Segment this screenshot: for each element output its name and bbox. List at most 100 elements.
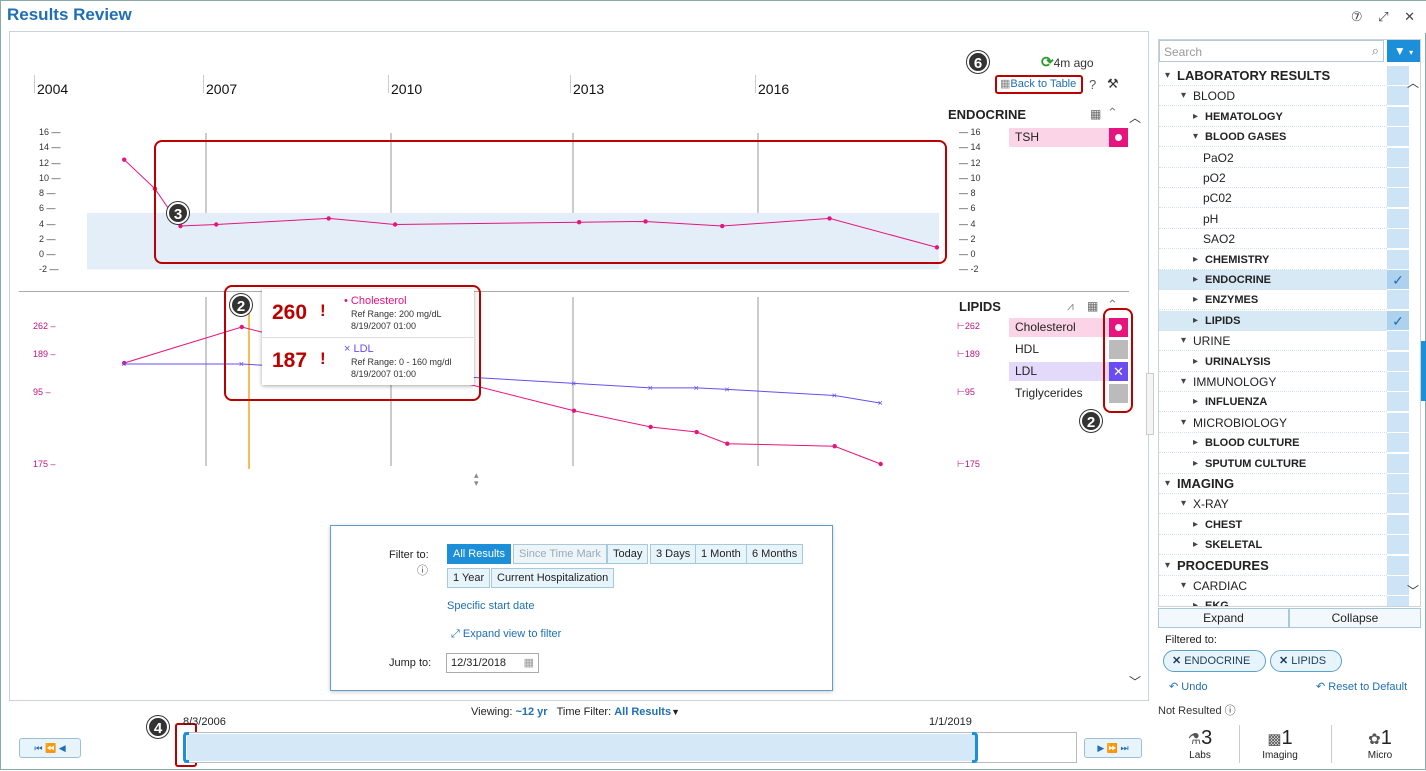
chevron-down-icon[interactable]: ▾ <box>1181 494 1186 514</box>
undo-link[interactable]: ↶ Undo <box>1169 680 1208 693</box>
tree-item-microbiology[interactable]: ▾ MICROBIOLOGY <box>1159 413 1387 433</box>
scroll-down-icon[interactable]: ﹀ <box>1407 582 1419 599</box>
expand-button[interactable]: Expand <box>1158 608 1289 628</box>
chip-endocrine[interactable]: ✕ ENDOCRINE <box>1163 650 1266 672</box>
legend-ldl[interactable]: LDL <box>1009 362 1109 381</box>
cholesterol-data-point[interactable] <box>725 441 730 446</box>
tree-checkbox[interactable] <box>1387 535 1409 556</box>
specific-start-link[interactable]: Specific start date <box>447 600 534 612</box>
ldl-data-point[interactable]: × <box>571 378 576 388</box>
nav-forward-group[interactable]: ▶ ⏩ ⏭ <box>1084 738 1142 758</box>
tree-checkbox[interactable] <box>1387 474 1409 494</box>
tree-checkbox[interactable] <box>1387 290 1409 311</box>
chevron-down-icon[interactable]: ▾ <box>1181 372 1186 392</box>
info-icon[interactable]: ⓘ <box>417 562 428 578</box>
skip-first-icon[interactable]: ⏮ <box>34 743 42 753</box>
filter-3-days-button[interactable]: 3 Days <box>650 544 697 564</box>
ldl-data-point[interactable]: × <box>724 384 729 394</box>
tree-checkbox[interactable] <box>1387 229 1409 250</box>
tree-checkbox[interactable] <box>1387 147 1409 168</box>
tree-checkbox[interactable] <box>1387 514 1409 535</box>
tree-item-sputum-culture[interactable]: ▸ SPUTUM CULTURE <box>1159 454 1387 474</box>
legend-hdl[interactable]: HDL <box>1009 340 1109 359</box>
tree-checkbox[interactable] <box>1387 412 1409 433</box>
tree-checkbox[interactable] <box>1387 433 1409 454</box>
close-icon[interactable]: ✕ <box>1172 655 1181 667</box>
tree-checkbox[interactable]: ✓ <box>1387 310 1409 331</box>
tree-checkbox[interactable]: ✓ <box>1387 270 1409 290</box>
chevron-down-icon[interactable]: ▼ <box>671 707 680 717</box>
ldl-data-point[interactable]: × <box>832 391 837 401</box>
cholesterol-data-point[interactable] <box>648 424 653 430</box>
tree-item-blood-gases[interactable]: ▾ BLOOD GASES <box>1159 127 1387 148</box>
cholesterol-data-point[interactable] <box>694 429 699 435</box>
filter-dropdown-button[interactable]: ▼ ▾ <box>1387 40 1420 62</box>
tree-item-blood-culture[interactable]: ▸ BLOOD CULTURE <box>1159 433 1387 454</box>
tree-checkbox[interactable] <box>1387 168 1409 188</box>
filter-1-year-button[interactable]: 1 Year <box>447 568 491 588</box>
tree-item-hematology[interactable]: ▸ HEMATOLOGY <box>1159 107 1387 127</box>
cholesterol-data-point[interactable] <box>571 408 577 413</box>
tree-item-ekg[interactable]: ▸ EKG <box>1159 596 1387 606</box>
tree-checkbox[interactable] <box>1387 86 1409 107</box>
tree-checkbox[interactable] <box>1387 249 1409 270</box>
chevron-down-icon[interactable]: ▾ <box>1181 413 1186 433</box>
filter-6-months-button[interactable]: 6 Months <box>746 544 804 564</box>
chevron-right-icon[interactable]: ▸ <box>1193 454 1198 474</box>
filter-1-month-button[interactable]: 1 Month <box>695 544 747 564</box>
chevron-down-icon[interactable]: ▾ <box>1181 576 1186 596</box>
chip-lipids[interactable]: ✕ LIPIDS <box>1270 650 1342 672</box>
expand-view-link[interactable]: ⤢ Expand view to filter <box>451 628 561 641</box>
tree-checkbox[interactable] <box>1387 106 1409 127</box>
tree-checkbox[interactable] <box>1387 576 1409 596</box>
tree-item-imaging[interactable]: ▾ IMAGING <box>1159 474 1387 494</box>
chevron-down-icon[interactable]: ▾ <box>1181 86 1186 106</box>
tree-item-enzymes[interactable]: ▸ ENZYMES <box>1159 290 1387 311</box>
side-pull-tab[interactable] <box>1421 341 1426 401</box>
tree-item-procedures[interactable]: ▾ PROCEDURES <box>1159 556 1387 576</box>
chevron-right-icon[interactable]: ▸ <box>1193 250 1198 270</box>
tree-checkbox[interactable] <box>1387 392 1409 413</box>
chevron-down-icon[interactable]: ▾ <box>1165 66 1170 86</box>
tree-checkbox[interactable] <box>1387 331 1409 352</box>
cholesterol-data-point[interactable] <box>878 461 883 467</box>
fast-back-icon[interactable]: ⏪ <box>45 743 56 753</box>
stat-imaging[interactable]: ▩1 Imaging <box>1253 727 1307 761</box>
chevron-right-icon[interactable]: ▸ <box>1193 515 1198 535</box>
cholesterol-data-point[interactable] <box>832 444 837 449</box>
legend-triglycerides[interactable]: Triglycerides <box>1009 384 1109 403</box>
calendar-icon[interactable]: ▦ <box>524 654 534 672</box>
chevron-right-icon[interactable]: ▸ <box>1193 392 1198 412</box>
tree-item-skeletal[interactable]: ▸ SKELETAL <box>1159 535 1387 556</box>
tree-checkbox[interactable] <box>1387 66 1409 86</box>
tree-item-urine[interactable]: ▾ URINE <box>1159 331 1387 352</box>
tree-item-pc02[interactable]: pC02 <box>1159 188 1387 209</box>
close-icon[interactable]: ✕ <box>1279 655 1288 667</box>
step-back-icon[interactable]: ◀ <box>59 743 66 753</box>
reset-default-link[interactable]: ↶ Reset to Default <box>1316 680 1407 693</box>
search-input[interactable]: Search ⌕ <box>1159 40 1384 62</box>
tree-checkbox[interactable] <box>1387 494 1409 515</box>
tree-item-blood[interactable]: ▾ BLOOD <box>1159 86 1387 107</box>
legend-cholesterol[interactable]: Cholesterol <box>1009 318 1109 337</box>
tree-checkbox[interactable] <box>1387 596 1409 606</box>
tree-checkbox[interactable] <box>1387 208 1409 229</box>
filter-current-hospitalization-button[interactable]: Current Hospitalization <box>491 568 615 588</box>
resize-handle-icon[interactable]: ▴ ▾ <box>474 471 479 488</box>
chevron-right-icon[interactable]: ▸ <box>1193 311 1198 331</box>
chevron-right-icon[interactable]: ▸ <box>1193 107 1198 127</box>
tree-item-chest[interactable]: ▸ CHEST <box>1159 515 1387 535</box>
chevron-down-icon[interactable]: ▾ <box>1181 331 1186 351</box>
range-right-handle[interactable] <box>972 732 978 763</box>
tree-item-sao2[interactable]: SAO2 <box>1159 229 1387 250</box>
tree-checkbox[interactable] <box>1387 188 1409 209</box>
chevron-right-icon[interactable]: ▸ <box>1193 596 1198 606</box>
range-left-handle[interactable] <box>183 732 189 763</box>
collapse-button[interactable]: Collapse <box>1289 608 1421 628</box>
stat-micro[interactable]: ✿1 Micro <box>1353 727 1407 761</box>
skip-last-icon[interactable]: ⏭ <box>1121 743 1129 753</box>
nav-back-group[interactable]: ⏮ ⏪ ◀ <box>19 738 81 758</box>
chevron-right-icon[interactable]: ▸ <box>1193 433 1198 453</box>
scroll-up-icon[interactable]: ︿ <box>1129 109 1141 126</box>
tree-item-cardiac[interactable]: ▾ CARDIAC <box>1159 576 1387 596</box>
